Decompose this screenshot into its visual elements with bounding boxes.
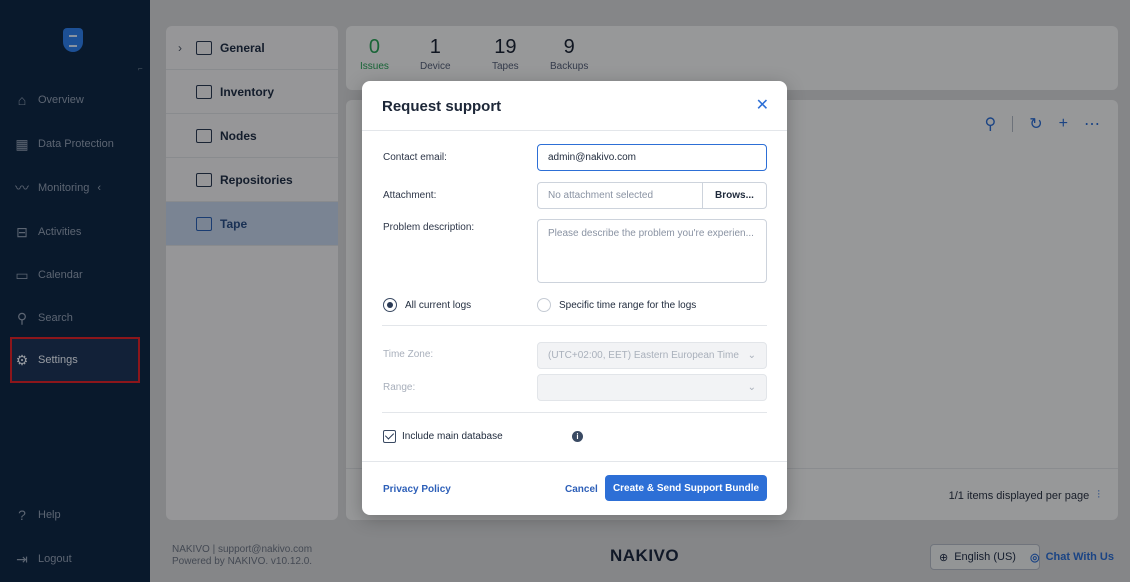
radio-label: Specific time range for the logs <box>559 299 697 311</box>
tree-item-label: General <box>220 40 265 55</box>
add-icon[interactable]: + <box>1059 115 1068 133</box>
stat-value: 9 <box>563 36 575 58</box>
stat-device[interactable]: 1 Device <box>420 36 451 72</box>
attachment-value: No attachment selected <box>548 190 654 201</box>
include-database-checkbox[interactable]: Include main database <box>383 430 503 443</box>
stat-label: Device <box>420 61 451 72</box>
page-footer: NAKIVO | support@nakivo.com Powered by N… <box>150 530 1130 582</box>
nodes-icon <box>196 128 212 143</box>
privacy-policy-link[interactable]: Privacy Policy <box>383 484 451 495</box>
radio-unselected-icon <box>537 298 551 312</box>
copyright-line-1: NAKIVO | support@nakivo.com <box>172 544 313 555</box>
globe-icon: ⊕ <box>939 551 949 564</box>
tree-item-general[interactable]: › General <box>166 26 338 70</box>
tree-item-tape[interactable]: Tape <box>166 202 338 246</box>
stat-value: 1 <box>429 36 441 58</box>
tape-icon <box>196 216 212 231</box>
attachment-field[interactable]: No attachment selected Brows... <box>537 182 767 209</box>
tree-item-label: Tape <box>220 216 248 231</box>
left-nav: ⌐ ⌂ Overview ▦ Data Protection 〰 Monitor… <box>0 0 150 582</box>
items-info: 1/1 items displayed per page ⫶ <box>949 489 1100 502</box>
stat-label: Tapes <box>492 61 519 72</box>
refresh-icon[interactable]: ↻ <box>1029 114 1042 134</box>
stat-value: 19 <box>494 36 517 58</box>
tree-item-label: Repositories <box>220 172 293 187</box>
chevron-down-icon: ⌄ <box>747 350 756 361</box>
problem-description-label: Problem description: <box>383 222 475 233</box>
copyright: NAKIVO | support@nakivo.com Powered by N… <box>172 544 312 568</box>
contact-email-label: Contact email: <box>383 152 447 163</box>
timezone-select[interactable]: (UTC+02:00, EET) Eastern European Time ⌄ <box>537 342 767 369</box>
column-settings-icon[interactable]: ⫶ <box>1097 489 1100 502</box>
dialog-footer: Privacy Policy Cancel Create & Send Supp… <box>362 461 787 515</box>
request-support-dialog: Request support ✕ Contact email: admin@n… <box>362 81 787 515</box>
stat-tapes[interactable]: 19 Tapes <box>492 36 519 72</box>
toolbar-divider <box>1012 116 1014 132</box>
tree-item-repositories[interactable]: Repositories <box>166 158 338 202</box>
copyright-line-2: Powered by NAKIVO. v10.12.0. <box>172 556 313 567</box>
contact-email-field[interactable]: admin@nakivo.com <box>537 144 767 171</box>
chevron-down-icon: ⌄ <box>747 382 756 393</box>
problem-description-textarea[interactable]: Please describe the problem you're exper… <box>537 219 767 283</box>
radio-all-logs[interactable]: All current logs <box>383 298 471 312</box>
close-icon[interactable]: ✕ <box>756 95 769 115</box>
radio-label: All current logs <box>405 299 472 311</box>
divider <box>382 412 767 413</box>
chat-icon: ◎ <box>1030 551 1040 564</box>
general-icon <box>196 40 212 55</box>
tree-item-label: Nodes <box>220 128 257 143</box>
search-icon[interactable]: ⚲ <box>985 114 997 134</box>
dialog-title: Request support <box>382 98 502 115</box>
chat-button[interactable]: ◎ Chat With Us <box>1030 544 1114 570</box>
stat-label: Issues <box>360 61 389 72</box>
items-info-text: 1/1 items displayed per page <box>948 489 1090 502</box>
checkbox-label: Include main database <box>402 431 503 442</box>
stat-value: 0 <box>368 36 381 58</box>
contact-email-value: admin@nakivo.com <box>548 152 636 163</box>
tree-item-nodes[interactable]: Nodes <box>166 114 338 158</box>
stat-issues[interactable]: 0 Issues <box>360 36 389 72</box>
chevron-right-icon[interactable]: › <box>178 41 188 55</box>
timezone-value: (UTC+02:00, EET) Eastern European Time <box>548 350 739 361</box>
timezone-label: Time Zone: <box>383 349 434 360</box>
browse-button[interactable]: Brows... <box>702 183 766 208</box>
inventory-icon <box>196 84 212 99</box>
nav-overlay <box>0 0 150 582</box>
info-icon[interactable]: i <box>572 431 583 442</box>
checkbox-checked-icon <box>383 430 396 443</box>
range-label: Range: <box>383 382 416 393</box>
attachment-label: Attachment: <box>383 190 437 201</box>
stat-backups[interactable]: 9 Backups <box>550 36 588 72</box>
panel-toolbar: ⚲ ↻ + ⋯ <box>985 114 1100 134</box>
more-icon[interactable]: ⋯ <box>1084 114 1100 134</box>
create-send-bundle-button[interactable]: Create & Send Support Bundle <box>605 475 767 501</box>
settings-tree: › General Inventory Nodes Repositories T… <box>166 26 338 520</box>
brand-logo: NAKIVO <box>610 546 680 565</box>
divider <box>382 325 767 326</box>
tree-item-inventory[interactable]: Inventory <box>166 70 338 114</box>
repositories-icon <box>196 172 212 187</box>
radio-specific-range[interactable]: Specific time range for the logs <box>537 298 696 312</box>
tree-item-label: Inventory <box>220 84 275 99</box>
stat-label: Backups <box>550 61 589 72</box>
range-select[interactable]: ⌄ <box>537 374 767 401</box>
language-select[interactable]: ⊕ English (US) <box>930 544 1040 570</box>
cancel-button[interactable]: Cancel <box>565 484 598 495</box>
dialog-header: Request support ✕ <box>362 81 787 131</box>
chat-label: Chat With Us <box>1045 551 1114 563</box>
language-value: English (US) <box>954 551 1016 563</box>
radio-selected-icon <box>383 298 397 312</box>
